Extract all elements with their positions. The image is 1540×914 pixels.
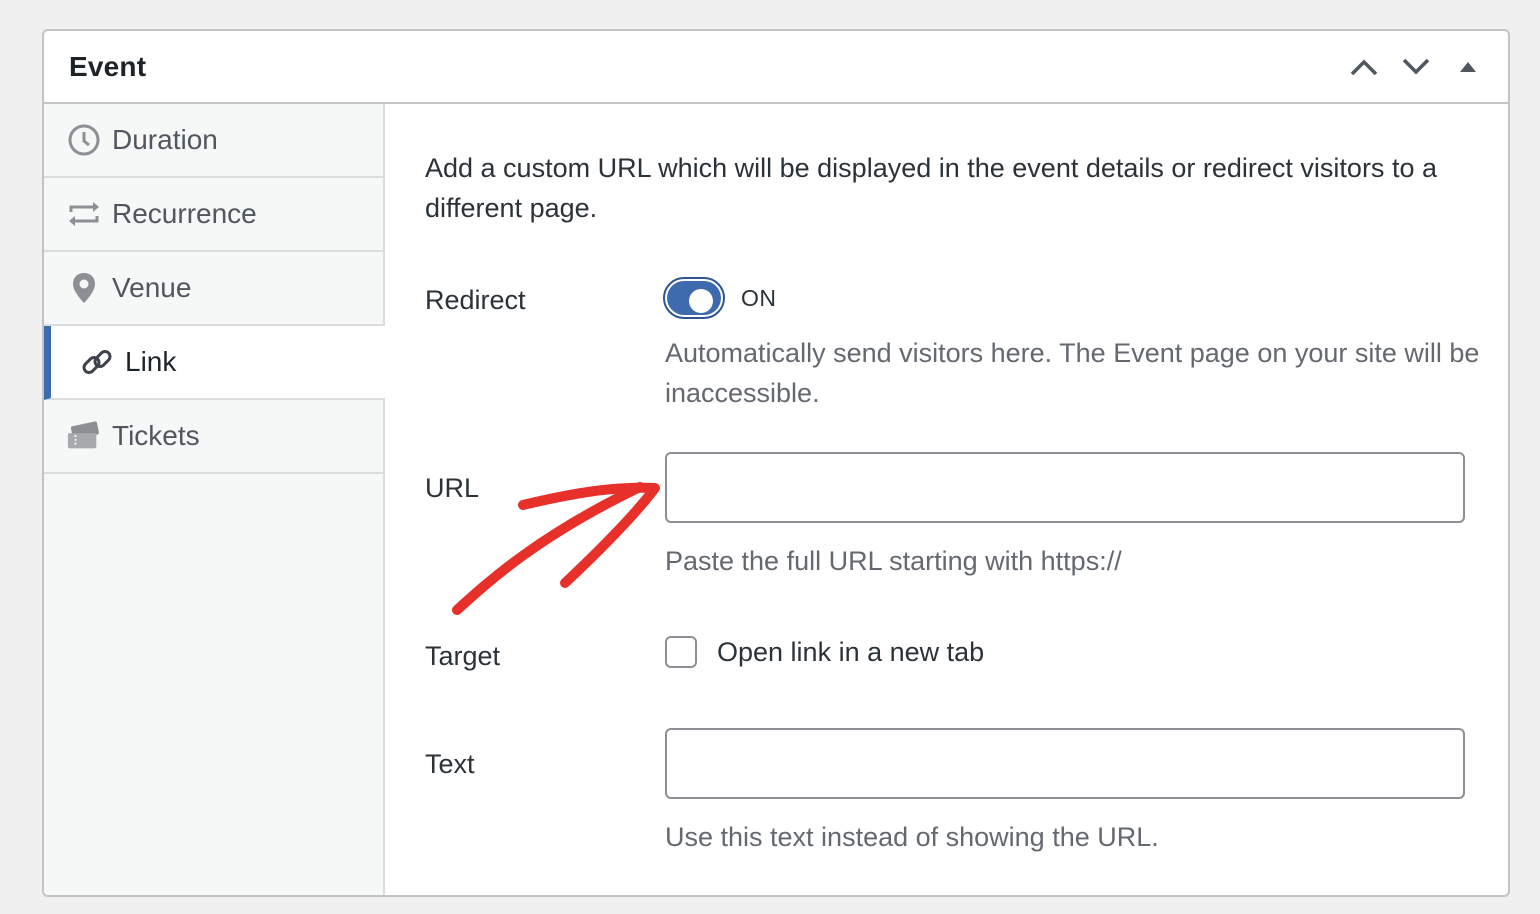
new-tab-checkbox[interactable]	[665, 636, 697, 668]
metabox-body: Duration Recurrence Venue Link Tickets A…	[44, 104, 1508, 895]
chevron-up-icon	[1350, 59, 1378, 75]
metabox-title: Event	[69, 50, 147, 82]
section-description: Add a custom URL which will be displayed…	[425, 153, 1437, 223]
redirect-help: Automatically send visitors here. The Ev…	[665, 338, 1480, 408]
location-pin-icon	[66, 270, 102, 306]
clock-icon	[66, 122, 102, 158]
chevron-down-icon	[1402, 58, 1430, 74]
url-help: Paste the full URL starting with https:/…	[665, 546, 1122, 576]
triangle-up-icon	[1460, 61, 1476, 72]
tab-duration[interactable]: Duration	[44, 104, 383, 178]
tab-label: Tickets	[112, 420, 200, 451]
metabox-header: Event	[44, 31, 1508, 104]
redirect-state: ON	[741, 285, 777, 311]
new-tab-checkbox-label[interactable]: Open link in a new tab	[717, 637, 984, 668]
tab-label: Recurrence	[112, 198, 257, 229]
tab-recurrence[interactable]: Recurrence	[44, 178, 383, 252]
move-down-button[interactable]	[1400, 51, 1432, 83]
tab-link[interactable]: Link	[44, 326, 385, 400]
link-icon	[79, 344, 115, 380]
link-text-input[interactable]	[665, 728, 1465, 799]
url-input[interactable]	[665, 452, 1465, 523]
target-label: Target	[425, 641, 501, 671]
collapse-toggle-button[interactable]	[1452, 51, 1484, 83]
text-help: Use this text instead of showing the URL…	[665, 822, 1159, 852]
tab-tickets[interactable]: Tickets	[44, 400, 383, 474]
redirect-toggle[interactable]	[663, 277, 725, 319]
move-up-button[interactable]	[1348, 51, 1380, 83]
tab-label: Duration	[112, 124, 218, 155]
hand-drawn-arrow-icon	[452, 482, 660, 615]
redirect-label: Redirect	[425, 285, 526, 315]
toggle-track	[667, 281, 721, 315]
repeat-icon	[66, 196, 102, 232]
tickets-icon	[66, 418, 102, 454]
sidebar-tabs: Duration Recurrence Venue Link Tickets	[44, 104, 385, 895]
toggle-knob	[689, 289, 713, 313]
metabox-actions	[1348, 51, 1484, 83]
tab-label: Venue	[112, 272, 192, 303]
text-label: Text	[425, 749, 475, 779]
tab-label: Link	[125, 346, 177, 377]
tab-venue[interactable]: Venue	[44, 252, 383, 326]
event-metabox: Event Duration Recurrence Venue Link Tic…	[42, 29, 1510, 897]
